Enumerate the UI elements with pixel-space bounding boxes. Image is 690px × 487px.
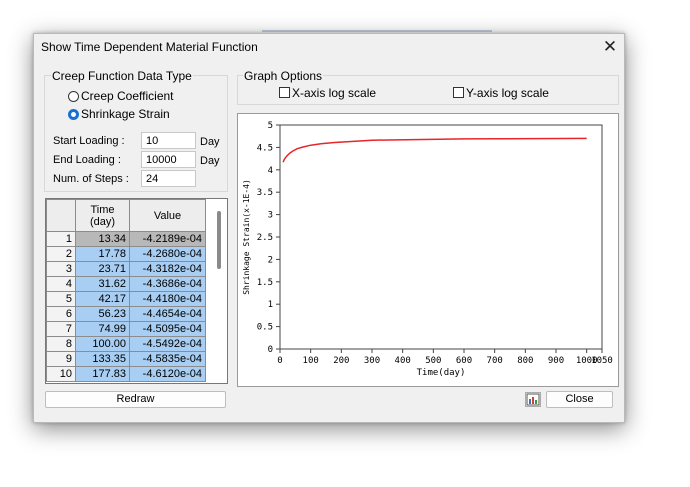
x-tick-label: 100 (303, 356, 319, 366)
table-row[interactable]: 3 23.71 -4.3182e-04 (46, 261, 206, 277)
value-cell[interactable]: -4.4654e-04 (129, 306, 206, 322)
y-log-scale-label: Y-axis log scale (466, 86, 549, 100)
table-row[interactable]: 6 56.23 -4.4654e-04 (46, 306, 206, 322)
row-index: 8 (46, 336, 76, 352)
row-index: 2 (46, 246, 76, 262)
x-tick-label: 900 (548, 356, 564, 366)
time-cell[interactable]: 100.00 (75, 336, 130, 352)
value-cell[interactable]: -4.4180e-04 (129, 291, 206, 307)
shrinkage-strain-radio[interactable] (68, 109, 79, 120)
creep-coefficient-label: Creep Coefficient (81, 89, 174, 103)
x-tick-label: 1050 (591, 356, 613, 366)
time-cell[interactable]: 13.34 (75, 231, 130, 247)
shrinkage-chart: 0 100 200 300 400 500 600 700 800 900 1000105000.5… (242, 121, 613, 378)
x-tick-label: 200 (333, 356, 349, 366)
time-cell[interactable]: 56.23 (75, 306, 130, 322)
time-cell[interactable]: 74.99 (75, 321, 130, 337)
end-loading-input[interactable] (141, 151, 196, 168)
table-row[interactable]: 8 100.00 -4.5492e-04 (46, 336, 206, 352)
num-steps-label: Num. of Steps : (53, 173, 129, 185)
x-tick-label: 600 (456, 356, 472, 366)
close-button[interactable]: Close (546, 391, 613, 408)
row-index: 9 (46, 351, 76, 367)
table-row[interactable]: 10 177.83 -4.6120e-04 (46, 366, 206, 382)
y-tick-label: 3.5 (257, 188, 273, 198)
y-tick-label: 0 (268, 345, 273, 355)
window-title: Show Time Dependent Material Function (41, 40, 258, 54)
table-scrollbar[interactable] (217, 211, 221, 269)
chart-export-icon[interactable] (525, 392, 541, 407)
y-tick-label: 0.5 (257, 323, 273, 333)
row-index: 1 (46, 231, 76, 247)
value-cell[interactable]: -4.6120e-04 (129, 366, 206, 382)
value-cell[interactable]: -4.3182e-04 (129, 261, 206, 277)
value-cell[interactable]: -4.5835e-04 (129, 351, 206, 367)
time-cell[interactable]: 133.35 (75, 351, 130, 367)
redraw-button[interactable]: Redraw (45, 391, 226, 408)
creep-function-group-label: Creep Function Data Type (51, 69, 193, 83)
y-tick-label: 4 (268, 166, 273, 176)
x-tick-label: 0 (277, 356, 282, 366)
end-loading-label: End Loading : (53, 154, 121, 166)
graph-options-label: Graph Options (243, 69, 324, 83)
row-index: 4 (46, 276, 76, 292)
value-cell[interactable]: -4.2189e-04 (129, 231, 206, 247)
time-column-header: Time (day) (75, 199, 130, 232)
table-corner-header (46, 199, 76, 232)
table-row[interactable]: 2 17.78 -4.2680e-04 (46, 246, 206, 262)
row-index: 7 (46, 321, 76, 337)
table-row[interactable]: 4 31.62 -4.3686e-04 (46, 276, 206, 292)
y-tick-label: 3 (268, 211, 273, 221)
time-cell[interactable]: 23.71 (75, 261, 130, 277)
shrinkage-strain-label: Shrinkage Strain (81, 107, 170, 121)
x-log-scale-checkbox[interactable] (279, 87, 290, 98)
value-cell[interactable]: -4.5492e-04 (129, 336, 206, 352)
x-axis-label: Time(day) (417, 368, 466, 378)
x-log-scale-label: X-axis log scale (292, 86, 377, 100)
chart-area: 0 100 200 300 400 500 600 700 800 900 1000 1050 0 0.5… (237, 113, 619, 387)
value-cell[interactable]: -4.5095e-04 (129, 321, 206, 337)
row-index: 6 (46, 306, 76, 322)
time-cell[interactable]: 17.78 (75, 246, 130, 262)
x-tick-label: 500 (425, 356, 441, 366)
plot-frame (279, 124, 603, 350)
table-row[interactable]: 1 13.34 -4.2189e-04 (46, 231, 206, 247)
data-table[interactable]: Time (day) Value 1 13.34 -4.2189e-04 2 17.78… (45, 198, 228, 384)
title-bar: Show Time Dependent Material Function ✕ (34, 34, 624, 60)
y-tick-label: 2 (268, 255, 273, 265)
time-cell[interactable]: 42.17 (75, 291, 130, 307)
close-icon[interactable]: ✕ (600, 37, 620, 57)
start-loading-label: Start Loading : (53, 135, 125, 147)
dialog-window: Show Time Dependent Material Function ✕ … (33, 33, 625, 423)
num-steps-input[interactable] (141, 170, 196, 187)
value-cell[interactable]: -4.3686e-04 (129, 276, 206, 292)
table-row[interactable]: 9 133.35 -4.5835e-04 (46, 351, 206, 367)
time-cell[interactable]: 31.62 (75, 276, 130, 292)
time-cell[interactable]: 177.83 (75, 366, 130, 382)
x-tick-label: 400 (395, 356, 411, 366)
row-index: 3 (46, 261, 76, 277)
start-loading-input[interactable] (141, 132, 196, 149)
y-tick-label: 1 (268, 300, 273, 310)
creep-coefficient-radio[interactable] (68, 91, 79, 102)
value-cell[interactable]: -4.2680e-04 (129, 246, 206, 262)
y-tick-label: 4.5 (257, 143, 273, 153)
y-tick-label: 2.5 (257, 233, 273, 243)
x-tick-label: 300 (364, 356, 380, 366)
row-index: 10 (46, 366, 76, 382)
y-tick-label: 1.5 (257, 278, 273, 288)
end-loading-unit: Day (200, 155, 220, 167)
start-loading-unit: Day (200, 136, 220, 148)
y-tick-label: 5 (268, 121, 273, 131)
table-row[interactable]: 5 42.17 -4.4180e-04 (46, 291, 206, 307)
y-axis-label: Shrinkage Strain(x-1E-4) (242, 179, 251, 295)
y-log-scale-checkbox[interactable] (453, 87, 464, 98)
x-tick-label: 800 (517, 356, 533, 366)
row-index: 5 (46, 291, 76, 307)
x-tick-label: 700 (487, 356, 503, 366)
table-row[interactable]: 7 74.99 -4.5095e-04 (46, 321, 206, 337)
value-column-header: Value (129, 199, 206, 232)
background-window-edge (262, 30, 492, 32)
